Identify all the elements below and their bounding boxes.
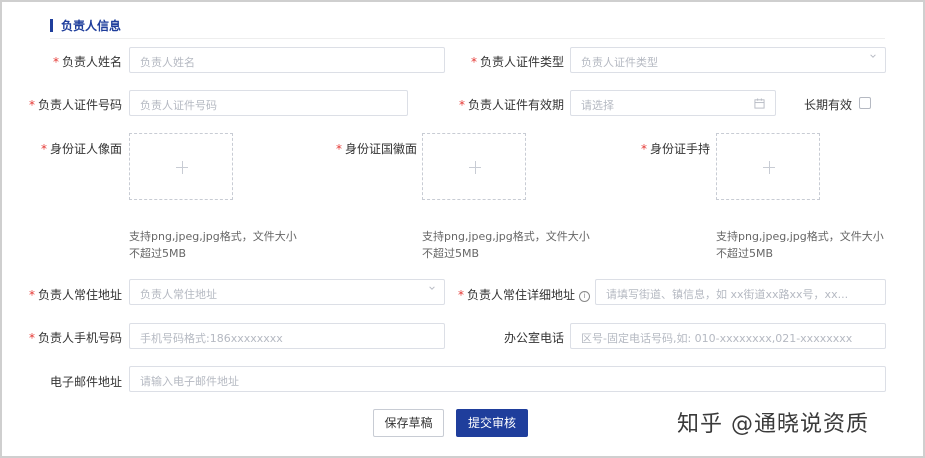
calendar-icon: [754, 98, 765, 109]
name-placeholder: 负责人姓名: [140, 56, 195, 69]
portrait-upload-label: * 身份证人像面: [40, 142, 122, 156]
info-icon[interactable]: i: [579, 291, 590, 302]
section-header: 负责人信息: [50, 17, 121, 34]
portrait-upload-box[interactable]: [129, 133, 233, 200]
section-title: 负责人信息: [61, 19, 122, 33]
office-phone-placeholder: 区号-固定电话号码,如: 010-xxxxxxxx,021-xxxxxxxx: [581, 332, 853, 345]
required-mark: *: [470, 55, 477, 69]
office-phone-label: 办公室电话: [503, 331, 564, 345]
id-type-placeholder: 负责人证件类型: [581, 56, 658, 69]
phone-input[interactable]: 手机号码格式:186xxxxxxxx: [129, 323, 445, 349]
section-accent-bar: [50, 19, 53, 32]
id-validity-placeholder: 请选择: [581, 99, 614, 112]
required-mark: *: [640, 142, 647, 156]
id-type-select[interactable]: 负责人证件类型: [570, 47, 886, 73]
phone-label: * 负责人手机号码: [28, 331, 122, 345]
required-mark: *: [457, 288, 464, 302]
submit-review-button[interactable]: 提交审核: [456, 409, 528, 437]
address-detail-label: * 负责人常住详细地址 i: [448, 286, 590, 303]
form-frame: 负责人信息 * 负责人姓名 负责人姓名 * 负责人证件类型 负责人证件类型 * 负责人…: [0, 0, 925, 458]
id-type-label: * 负责人证件类型: [470, 55, 564, 69]
required-mark: *: [28, 98, 35, 112]
chevron-down-icon: [429, 286, 435, 290]
office-phone-input[interactable]: 区号-固定电话号码,如: 010-xxxxxxxx,021-xxxxxxxx: [570, 323, 886, 349]
handheld-upload-box[interactable]: [716, 133, 820, 200]
emblem-upload-box[interactable]: [422, 133, 526, 200]
handheld-upload-hint: 支持png,jpeg,jpg格式，文件大小不超过5MB: [716, 230, 884, 260]
phone-placeholder: 手机号码格式:186xxxxxxxx: [140, 332, 283, 345]
id-number-label: * 负责人证件号码: [28, 98, 122, 112]
id-validity-label: * 负责人证件有效期: [458, 98, 564, 112]
id-number-placeholder: 负责人证件号码: [140, 99, 217, 112]
email-placeholder: 请输入电子邮件地址: [140, 375, 239, 388]
emblem-upload-label: * 身份证国徽面: [335, 142, 417, 156]
required-mark: *: [335, 142, 342, 156]
email-label: 电子邮件地址: [49, 375, 122, 389]
address-detail-input[interactable]: 请填写街道、镇信息，如 xx街道xx路xx号，xx...: [595, 279, 886, 305]
long-term-label: 长期有效: [803, 98, 852, 112]
address-placeholder: 负责人常住地址: [140, 288, 217, 301]
required-mark: *: [458, 98, 465, 112]
required-mark: *: [28, 331, 35, 345]
handheld-upload-label: * 身份证手持: [640, 142, 710, 156]
id-number-input[interactable]: 负责人证件号码: [129, 90, 408, 116]
zhihu-watermark: 知乎 @通晓说资质: [677, 412, 869, 437]
save-draft-button[interactable]: 保存草稿: [373, 409, 444, 437]
emblem-upload-hint: 支持png,jpeg,jpg格式，文件大小不超过5MB: [422, 230, 590, 260]
name-label: * 负责人姓名: [52, 55, 122, 69]
required-mark: *: [28, 288, 35, 302]
section-divider: [50, 38, 885, 39]
address-detail-placeholder: 请填写街道、镇信息，如 xx街道xx路xx号，xx...: [606, 288, 849, 301]
address-label: * 负责人常住地址: [28, 288, 122, 302]
required-mark: *: [40, 142, 47, 156]
id-validity-date-picker[interactable]: 请选择: [570, 90, 776, 116]
name-input[interactable]: 负责人姓名: [129, 47, 445, 73]
required-mark: *: [52, 55, 59, 69]
portrait-upload-hint: 支持png,jpeg,jpg格式，文件大小不超过5MB: [129, 230, 297, 260]
chevron-down-icon: [870, 54, 876, 58]
address-select[interactable]: 负责人常住地址: [129, 279, 445, 305]
email-input[interactable]: 请输入电子邮件地址: [129, 366, 886, 392]
long-term-checkbox[interactable]: [859, 97, 871, 109]
